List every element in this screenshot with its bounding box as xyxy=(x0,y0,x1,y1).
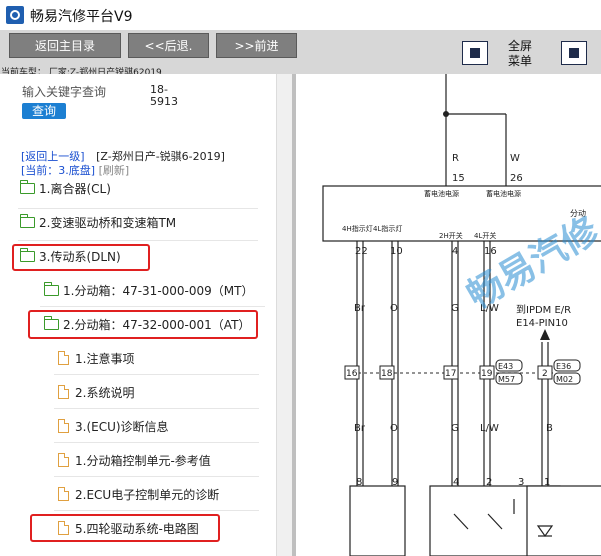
document-icon xyxy=(58,419,69,433)
connector-code: M02 xyxy=(556,375,573,384)
wire-color-label: G xyxy=(451,423,459,434)
app-logo-icon xyxy=(6,6,24,24)
home-button[interactable]: 返回主目录 xyxy=(9,33,121,58)
pin-function-label: 4L指示灯 xyxy=(373,224,402,233)
wire-color-label: W xyxy=(510,153,520,164)
row-divider xyxy=(18,240,258,241)
pin-number: 4 xyxy=(452,246,458,257)
document-icon xyxy=(58,487,69,501)
code-text: 18- 5913 xyxy=(150,84,190,108)
connector-pin: 18 xyxy=(381,369,393,379)
fullscreen-label-line2: 菜单 xyxy=(507,54,532,68)
tree-item-ecu-diagnosis[interactable]: 2.ECU电子控制单元的诊断 xyxy=(58,484,219,506)
connector-pin: 19 xyxy=(481,369,493,379)
code-line2: 5913 xyxy=(150,95,178,108)
back-button[interactable]: <<后退. xyxy=(128,33,209,58)
wire-color-label: Br xyxy=(354,303,366,314)
tree-item-label: 1.注意事项 xyxy=(75,352,135,366)
tree-item-label: 2.系统说明 xyxy=(75,386,135,400)
tree-item-label: 2.变速驱动桥和变速箱TM xyxy=(39,216,177,230)
connector-pin: 17 xyxy=(445,369,456,379)
connector-code: E43 xyxy=(498,362,513,371)
wiring-diagram: R W 15 26 蓄电池电源 蓄电池电源 分动 4H指示灯 4L指示灯 2H开… xyxy=(322,74,601,556)
left-panel: 查询 18- 5913 [返回上一级] [Z-郑州日产-锐骐6-2019] [当… xyxy=(0,74,276,556)
wire-color-label: O xyxy=(390,303,398,314)
folder-icon xyxy=(19,180,35,194)
unit-label: 蓄电池电源 xyxy=(486,189,521,198)
highlight-box xyxy=(30,514,220,542)
tree-item-precautions[interactable]: 1.注意事项 xyxy=(58,348,134,370)
tree-item-clutch[interactable]: 1.离合器(CL) xyxy=(19,178,111,200)
row-divider xyxy=(40,306,265,307)
collapse-panel-icon xyxy=(470,48,480,58)
search-input[interactable] xyxy=(22,84,142,100)
folder-icon xyxy=(19,214,35,228)
fullscreen-menu-label[interactable]: 全屏 菜单 xyxy=(500,39,540,69)
pin-number: 1 xyxy=(544,477,550,488)
window-title: 畅易汽修平台V9 xyxy=(30,9,133,25)
wire-color-label: L/W xyxy=(480,423,499,434)
tree-item-ecu-diagnosis-info[interactable]: 3.(ECU)诊断信息 xyxy=(58,416,169,438)
pin-number: 22 xyxy=(355,246,368,257)
highlight-box xyxy=(28,310,258,339)
pin-number: 9 xyxy=(392,477,398,488)
tree-item-transfer-mt[interactable]: 1.分动箱：47-31-000-009（MT） xyxy=(43,280,254,302)
toolbar: 返回主目录 <<后退. >>前进 当前车型： 厂家:Z-郑州日产锐骐62019 … xyxy=(0,30,601,78)
left-panel-scrollbar[interactable] xyxy=(276,74,292,556)
tree-item-label: 3.(ECU)诊断信息 xyxy=(75,420,169,434)
row-divider xyxy=(54,510,259,511)
forward-button[interactable]: >>前进 xyxy=(216,33,297,58)
pin-number: 15 xyxy=(452,173,465,184)
connector-code: E36 xyxy=(556,362,571,371)
row-divider xyxy=(54,408,259,409)
document-icon xyxy=(58,351,69,365)
connector-code: M57 xyxy=(498,375,515,384)
connector-pin: 16 xyxy=(346,369,358,379)
pin-number: 4 xyxy=(453,477,459,488)
ipdm-note: 到IPDM E/R xyxy=(516,304,571,316)
wire-color-label: G xyxy=(451,303,459,314)
tree-item-label: 1.离合器(CL) xyxy=(39,182,111,196)
folder-icon xyxy=(43,282,59,296)
wire-color-label: R xyxy=(452,153,459,164)
connector-pin: 2 xyxy=(542,369,548,379)
tree-item-label: 1.分动箱：47-31-000-009（MT） xyxy=(63,284,254,298)
wire-color-label: Br xyxy=(354,423,366,434)
row-divider xyxy=(54,442,259,443)
tree-item-system-description[interactable]: 2.系统说明 xyxy=(58,382,134,404)
fullscreen-button[interactable] xyxy=(561,41,587,65)
pin-function-label: 4L开关 xyxy=(474,231,496,240)
search-button[interactable]: 查询 xyxy=(22,103,66,119)
wiring-diagram-panel: R W 15 26 蓄电池电源 蓄电池电源 分动 4H指示灯 4L指示灯 2H开… xyxy=(296,74,601,556)
fullscreen-label-line1: 全屏 xyxy=(507,39,532,53)
pin-number: 3 xyxy=(518,477,524,488)
refresh-link[interactable]: [刷新] xyxy=(99,164,130,177)
pin-function-label: 4H指示灯 xyxy=(342,224,373,233)
pin-number: 8 xyxy=(356,477,362,488)
highlight-box xyxy=(12,244,150,271)
collapse-panel-button[interactable] xyxy=(462,41,488,65)
row-divider xyxy=(18,208,258,209)
pin-number: 26 xyxy=(510,173,523,184)
title-bar: 畅易汽修平台V9 xyxy=(0,0,601,30)
document-icon xyxy=(58,385,69,399)
current-location: [当前：3.底盘] xyxy=(21,164,96,177)
fullscreen-icon xyxy=(569,48,579,58)
row-divider xyxy=(54,374,259,375)
ipdm-note: E14-PIN10 xyxy=(516,318,568,329)
tree-item-label: 1.分动箱控制单元-参考值 xyxy=(75,454,211,468)
document-icon xyxy=(58,453,69,467)
row-divider xyxy=(54,476,259,477)
tree-item-transmission[interactable]: 2.变速驱动桥和变速箱TM xyxy=(19,212,177,234)
pin-number: 2 xyxy=(486,477,492,488)
tree-item-label: 2.ECU电子控制单元的诊断 xyxy=(75,488,220,502)
wire-color-label: O xyxy=(390,423,398,434)
pin-function-label: 2H开关 xyxy=(439,231,463,240)
tree-item-reference-values[interactable]: 1.分动箱控制单元-参考值 xyxy=(58,450,211,472)
wire-color-label: B xyxy=(546,423,553,434)
nav-row-2: [当前：3.底盘] [刷新] xyxy=(21,162,129,178)
unit-label: 蓄电池电源 xyxy=(424,189,459,198)
pin-number: 10 xyxy=(390,246,403,257)
